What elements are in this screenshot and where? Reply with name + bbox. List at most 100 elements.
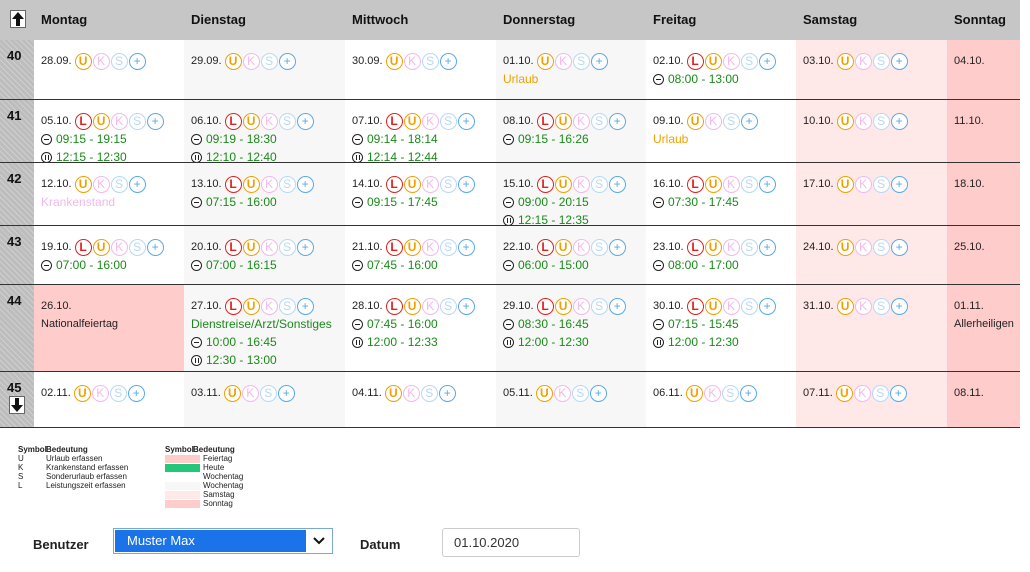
day-cell[interactable]: 04.10. <box>947 40 1020 100</box>
sonderurlaub-button[interactable]: S <box>740 238 758 256</box>
day-cell[interactable]: 27.10. L U K S + Dienstreise/Arzt/Sonstiges 10:… <box>184 285 345 372</box>
day-cell[interactable]: 23.10. L U K S +08:00 - 17:00 <box>646 226 796 285</box>
add-button[interactable]: + <box>890 175 908 193</box>
day-cell[interactable]: 07.11. U K S + <box>796 372 947 428</box>
sonderurlaub-button[interactable]: S <box>128 238 146 256</box>
krank-button[interactable]: K <box>421 175 439 193</box>
krank-button[interactable]: K <box>110 112 128 130</box>
krank-button[interactable]: K <box>402 384 420 402</box>
sonderurlaub-button[interactable]: S <box>572 52 590 70</box>
urlaub-button[interactable]: U <box>554 175 572 193</box>
leistung-button[interactable]: L <box>536 112 554 130</box>
add-button[interactable]: + <box>590 52 608 70</box>
leistung-button[interactable]: L <box>224 175 242 193</box>
day-cell[interactable]: 13.10. L U K S +07:15 - 16:00 <box>184 163 345 226</box>
leistung-button[interactable]: L <box>385 238 403 256</box>
add-button[interactable]: + <box>608 112 626 130</box>
day-cell[interactable]: 02.11. U K S + <box>34 372 184 428</box>
add-button[interactable]: + <box>457 112 475 130</box>
krank-button[interactable]: K <box>572 238 590 256</box>
krank-button[interactable]: K <box>854 112 872 130</box>
leistung-button[interactable]: L <box>385 297 403 315</box>
day-cell[interactable]: 15.10. L U K S +09:00 - 20:15 12:15 - 12:35 <box>496 163 646 226</box>
urlaub-button[interactable]: U <box>223 384 241 402</box>
urlaub-button[interactable]: U <box>403 297 421 315</box>
krank-button[interactable]: K <box>260 297 278 315</box>
urlaub-button[interactable]: U <box>836 297 854 315</box>
day-cell[interactable]: 07.10. L U K S +09:14 - 18:14 12:14 - 12:44 <box>345 100 496 163</box>
urlaub-button[interactable]: U <box>242 175 260 193</box>
leistung-button[interactable]: L <box>74 112 92 130</box>
sonderurlaub-button[interactable]: S <box>260 52 278 70</box>
sonderurlaub-button[interactable]: S <box>740 175 758 193</box>
day-cell[interactable]: 05.10. L U K S +09:15 - 19:15 12:15 - 12:30 <box>34 100 184 163</box>
krank-button[interactable]: K <box>242 52 260 70</box>
add-button[interactable]: + <box>608 238 626 256</box>
leistung-button[interactable]: L <box>74 238 92 256</box>
sonderurlaub-button[interactable]: S <box>722 112 740 130</box>
leistung-button[interactable]: L <box>385 112 403 130</box>
leistung-button[interactable]: L <box>686 238 704 256</box>
sonderurlaub-button[interactable]: S <box>740 297 758 315</box>
urlaub-button[interactable]: U <box>836 52 854 70</box>
add-button[interactable]: + <box>758 52 776 70</box>
add-button[interactable]: + <box>889 384 907 402</box>
urlaub-button[interactable]: U <box>92 238 110 256</box>
add-button[interactable]: + <box>890 52 908 70</box>
urlaub-button[interactable]: U <box>385 52 403 70</box>
urlaub-button[interactable]: U <box>242 297 260 315</box>
day-cell[interactable]: 10.10. U K S + <box>796 100 947 163</box>
day-cell[interactable]: 22.10. L U K S +06:00 - 15:00 <box>496 226 646 285</box>
sonderurlaub-button[interactable]: S <box>439 112 457 130</box>
add-button[interactable]: + <box>127 384 145 402</box>
day-cell[interactable]: 21.10. L U K S +07:45 - 16:00 <box>345 226 496 285</box>
urlaub-button[interactable]: U <box>535 384 553 402</box>
add-button[interactable]: + <box>457 238 475 256</box>
leistung-button[interactable]: L <box>385 175 403 193</box>
add-button[interactable]: + <box>608 175 626 193</box>
krank-button[interactable]: K <box>260 112 278 130</box>
leistung-button[interactable]: L <box>536 238 554 256</box>
add-button[interactable]: + <box>296 112 314 130</box>
add-button[interactable]: + <box>146 112 164 130</box>
sonderurlaub-button[interactable]: S <box>590 238 608 256</box>
day-cell[interactable]: 14.10. L U K S +09:15 - 17:45 <box>345 163 496 226</box>
urlaub-button[interactable]: U <box>73 384 91 402</box>
day-cell[interactable]: 30.09. U K S + <box>345 40 496 100</box>
day-cell[interactable]: 30.10. L U K S +07:15 - 15:45 12:00 - 12:30 <box>646 285 796 372</box>
urlaub-button[interactable]: U <box>836 112 854 130</box>
add-button[interactable]: + <box>758 297 776 315</box>
sonderurlaub-button[interactable]: S <box>721 384 739 402</box>
urlaub-button[interactable]: U <box>403 175 421 193</box>
leistung-button[interactable]: L <box>224 112 242 130</box>
add-button[interactable]: + <box>296 297 314 315</box>
add-button[interactable]: + <box>890 238 908 256</box>
day-cell[interactable]: 09.10. U K S + Urlaub <box>646 100 796 163</box>
leistung-button[interactable]: L <box>686 175 704 193</box>
sonderurlaub-button[interactable]: S <box>421 52 439 70</box>
sonderurlaub-button[interactable]: S <box>872 175 890 193</box>
sonderurlaub-button[interactable]: S <box>109 384 127 402</box>
sonderurlaub-button[interactable]: S <box>439 238 457 256</box>
leistung-button[interactable]: L <box>536 175 554 193</box>
day-cell[interactable]: 28.09. U K S + <box>34 40 184 100</box>
add-button[interactable]: + <box>589 384 607 402</box>
add-button[interactable]: + <box>739 384 757 402</box>
krank-button[interactable]: K <box>554 52 572 70</box>
urlaub-button[interactable]: U <box>403 238 421 256</box>
urlaub-button[interactable]: U <box>74 175 92 193</box>
day-cell[interactable]: 03.11. U K S + <box>184 372 345 428</box>
krank-button[interactable]: K <box>260 238 278 256</box>
krank-button[interactable]: K <box>92 52 110 70</box>
sonderurlaub-button[interactable]: S <box>439 297 457 315</box>
krank-button[interactable]: K <box>92 175 110 193</box>
user-select[interactable]: Muster Max <box>113 528 333 554</box>
krank-button[interactable]: K <box>722 52 740 70</box>
add-button[interactable]: + <box>890 112 908 130</box>
krank-button[interactable]: K <box>854 175 872 193</box>
krank-button[interactable]: K <box>703 384 721 402</box>
leistung-button[interactable]: L <box>686 52 704 70</box>
day-cell[interactable]: 29.10. L U K S +08:30 - 16:45 12:00 - 12:30 <box>496 285 646 372</box>
day-cell[interactable]: 29.09. U K S + <box>184 40 345 100</box>
krank-button[interactable]: K <box>110 238 128 256</box>
